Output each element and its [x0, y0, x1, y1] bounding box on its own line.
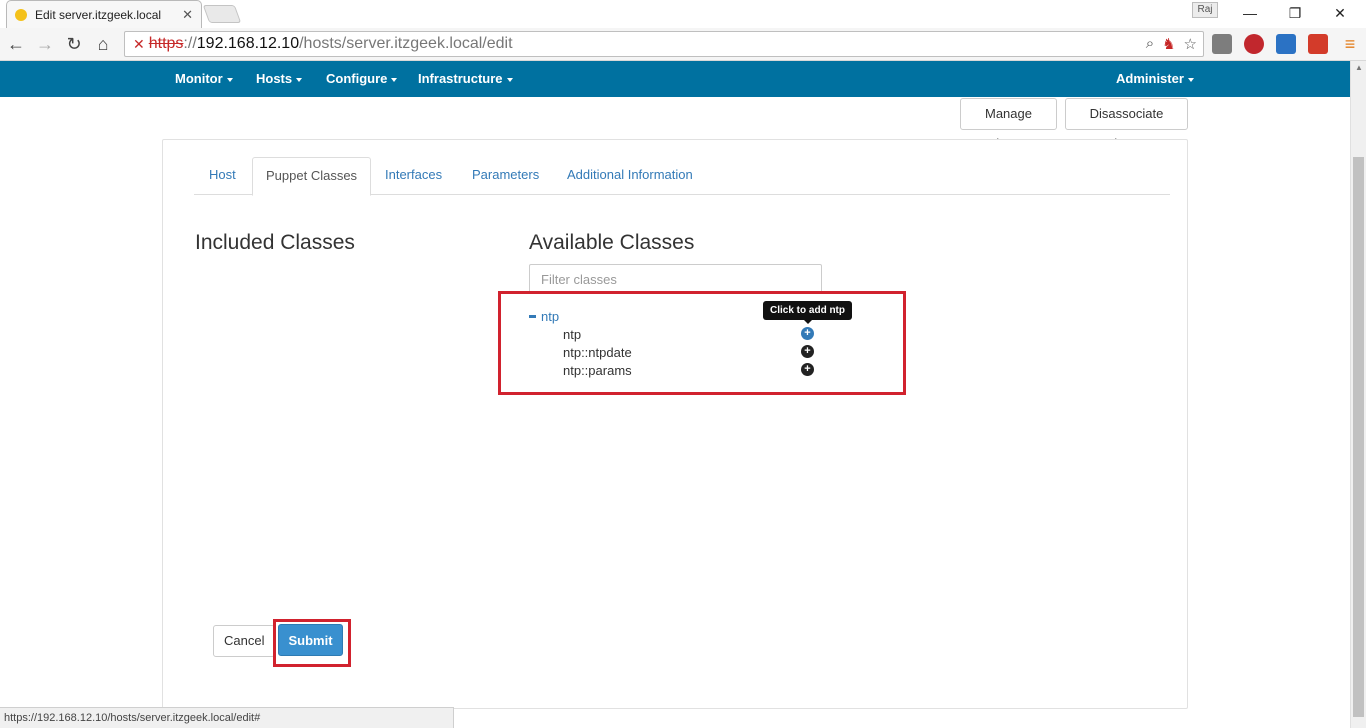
forward-icon[interactable]: →	[33, 32, 57, 56]
extension-check-icon[interactable]	[1212, 34, 1232, 54]
url-scheme: https	[148, 35, 184, 52]
scroll-up-icon[interactable]: ▲	[1355, 63, 1363, 72]
nav-monitor[interactable]: Monitor	[175, 61, 233, 97]
nav-administer[interactable]: Administer	[1116, 61, 1194, 97]
nav-infrastructure[interactable]: Infrastructure	[418, 61, 513, 97]
page-scrollbar[interactable]: ▲	[1350, 61, 1366, 728]
app-navbar: Monitor Hosts Configure Infrastructure A…	[0, 61, 1350, 97]
tab-additional-information[interactable]: Additional Information	[554, 157, 706, 195]
url-path: /hosts/server.itzgeek.local/edit	[299, 35, 513, 52]
add-class-ntp-ntpdate-plus-icon[interactable]: +	[801, 345, 814, 358]
form-tabs: Host Puppet Classes Interfaces Parameter…	[194, 157, 1170, 196]
cancel-button[interactable]: Cancel	[213, 625, 275, 657]
reload-icon[interactable]: ↻	[62, 32, 86, 56]
add-class-ntp-params-plus-icon[interactable]: +	[801, 363, 814, 376]
tab-host[interactable]: Host	[196, 157, 249, 195]
url-host: 192.168.12.10	[196, 35, 300, 52]
caret-down-icon	[226, 77, 233, 82]
submit-button[interactable]: Submit	[278, 624, 343, 656]
browser-toolbar: ← → ↻ ⌂ ✕ https :// 192.168.12.10 /hosts…	[0, 28, 1366, 61]
new-tab-button[interactable]	[202, 5, 242, 23]
caret-down-icon	[1187, 77, 1194, 82]
extension-adblock-icon[interactable]	[1244, 34, 1264, 54]
close-window-icon[interactable]: ✕	[1324, 2, 1356, 24]
class-item-ntp-ntpdate: ntp::ntpdate	[563, 345, 632, 360]
available-classes-heading: Available Classes	[529, 231, 695, 254]
filter-classes-input[interactable]	[529, 264, 822, 294]
extension-horse-icon[interactable]: ♞	[1162, 35, 1175, 53]
tab-puppet-classes[interactable]: Puppet Classes	[252, 157, 372, 196]
scroll-thumb[interactable]	[1353, 157, 1364, 717]
caret-down-icon	[506, 77, 513, 82]
tab-parameters[interactable]: Parameters	[459, 157, 552, 195]
nav-hosts[interactable]: Hosts	[256, 61, 303, 97]
home-icon[interactable]: ⌂	[91, 32, 115, 56]
zoom-icon[interactable]: ⌕	[1146, 35, 1154, 53]
extension-s-icon[interactable]	[1276, 34, 1296, 54]
nav-configure[interactable]: Configure	[326, 61, 398, 97]
class-group-ntp[interactable]: ntp	[529, 309, 559, 324]
collapse-minus-icon[interactable]	[529, 315, 536, 318]
disassociate-host-button[interactable]: Disassociate host	[1065, 98, 1188, 151]
close-tab-icon[interactable]: ✕	[182, 7, 193, 23]
tab-title: Edit server.itzgeek.local	[35, 7, 162, 22]
add-class-tooltip: Click to add ntp	[763, 301, 852, 320]
restore-icon[interactable]: ❐	[1279, 2, 1311, 24]
manage-host-button[interactable]: Manage host	[960, 98, 1057, 151]
extension-t-icon[interactable]	[1308, 34, 1328, 54]
tab-interfaces[interactable]: Interfaces	[372, 157, 455, 195]
browser-tab[interactable]: Edit server.itzgeek.local ✕	[6, 0, 202, 28]
minimize-icon[interactable]: —	[1234, 2, 1266, 24]
browser-tabstrip: Edit server.itzgeek.local ✕ Raj — ❐ ✕	[0, 0, 1366, 28]
bookmark-star-icon[interactable]: ☆	[1184, 35, 1197, 53]
class-item-ntp-params: ntp::params	[563, 363, 632, 378]
address-bar[interactable]: ✕ https :// 192.168.12.10 /hosts/server.…	[124, 31, 1204, 57]
url-separator: ://	[183, 35, 197, 52]
tooltip-arrow	[804, 320, 812, 324]
status-bar-url: https://192.168.12.10/hosts/server.itzge…	[0, 707, 454, 728]
caret-down-icon	[296, 77, 303, 82]
caret-down-icon	[391, 77, 398, 82]
included-classes-heading: Included Classes	[195, 231, 355, 254]
profile-badge[interactable]: Raj	[1192, 2, 1218, 18]
back-icon[interactable]: ←	[4, 32, 28, 56]
add-class-ntp-plus-icon[interactable]: +	[801, 327, 814, 340]
favicon-icon	[15, 8, 27, 21]
class-item-ntp: ntp	[563, 327, 582, 342]
chrome-menu-icon[interactable]: ≡	[1338, 32, 1362, 56]
insecure-lock-icon[interactable]: ✕	[133, 36, 145, 53]
